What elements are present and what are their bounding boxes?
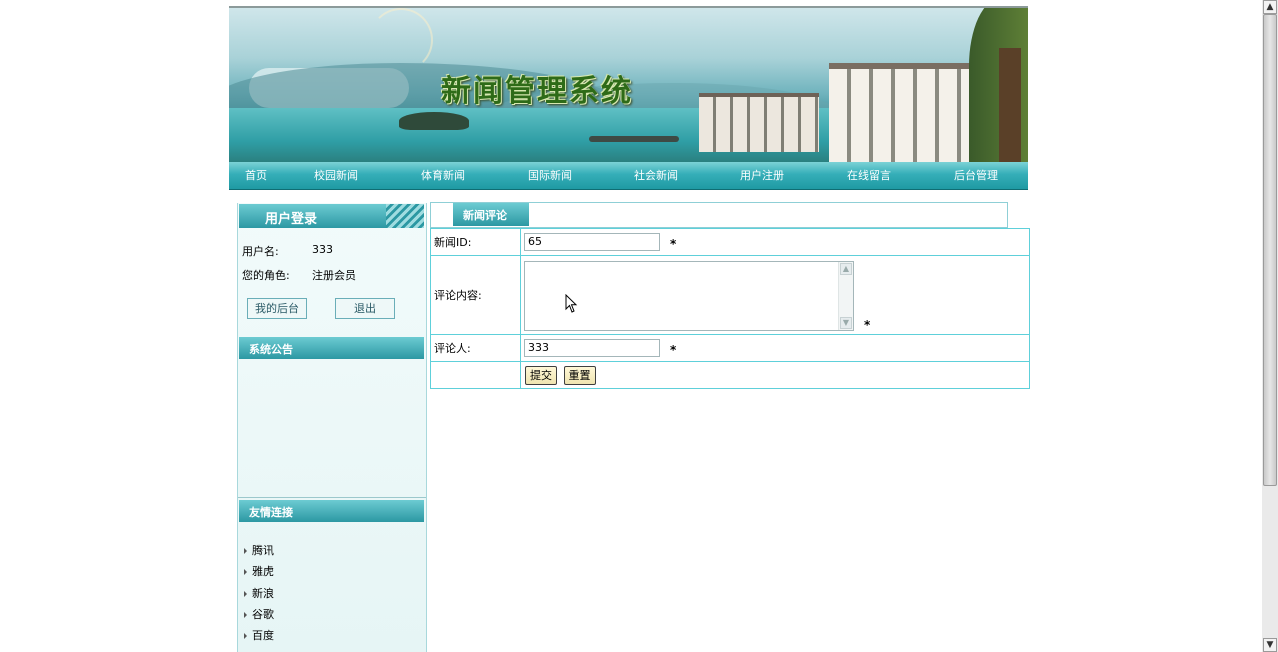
textarea-scrollbar[interactable]: ▲ ▼	[838, 262, 853, 330]
commenter-input[interactable]: 333	[524, 339, 660, 357]
reset-button[interactable]: 重置	[563, 365, 596, 385]
link-label: 百度	[252, 629, 274, 642]
link-item-tencent[interactable]: 腾讯	[244, 542, 274, 558]
main-nav: 首页 校园新闻 体育新闻 国际新闻 社会新闻 用户注册 在线留言 后台管理	[229, 162, 1028, 190]
news-id-input[interactable]: 65	[524, 233, 660, 251]
banner-boat	[589, 136, 679, 142]
news-id-cell: 65 *	[520, 228, 1030, 256]
nav-item-admin[interactable]: 后台管理	[954, 167, 998, 183]
banner-island	[399, 112, 469, 130]
scroll-up-arrow-icon[interactable]: ▲	[1263, 0, 1277, 14]
tab-label: 新闻评论	[463, 209, 507, 222]
nav-item-international-news[interactable]: 国际新闻	[528, 167, 572, 183]
notice-panel-title: 系统公告	[249, 343, 293, 356]
commenter-label: 评论人:	[430, 334, 521, 362]
mouse-cursor-icon	[565, 294, 578, 313]
banner-villa	[699, 93, 819, 152]
empty-label-cell	[430, 361, 521, 389]
scroll-up-arrow-icon[interactable]: ▲	[840, 263, 852, 275]
scrollbar-thumb[interactable]	[1263, 14, 1277, 486]
commenter-cell: 333 *	[520, 334, 1030, 362]
logout-button[interactable]: 退出	[335, 298, 395, 319]
header-banner: 新闻管理系统	[229, 6, 1028, 164]
notice-panel-body	[239, 360, 424, 495]
link-item-google[interactable]: 谷歌	[244, 606, 274, 622]
link-item-sina[interactable]: 新浪	[244, 585, 274, 601]
nav-item-social-news[interactable]: 社会新闻	[634, 167, 678, 183]
nav-item-campus-news[interactable]: 校园新闻	[314, 167, 358, 183]
bullet-arrow-icon	[244, 633, 247, 639]
link-item-yahoo[interactable]: 雅虎	[244, 563, 274, 579]
form-row-commenter: 评论人: 333 *	[430, 334, 1030, 362]
role-label: 您的角色:	[242, 269, 290, 282]
bullet-arrow-icon	[244, 591, 247, 597]
link-item-baidu[interactable]: 百度	[244, 627, 274, 643]
required-mark: *	[670, 343, 677, 357]
scroll-down-arrow-icon[interactable]: ▼	[840, 317, 852, 329]
nav-item-sports-news[interactable]: 体育新闻	[421, 167, 465, 183]
nav-item-guestbook[interactable]: 在线留言	[847, 167, 891, 183]
form-row-actions: 提交 重置	[430, 361, 1030, 389]
site-title: 新闻管理系统	[441, 74, 633, 109]
form-row-content: 评论内容: ▲ ▼ *	[430, 255, 1030, 335]
nav-item-home[interactable]: 首页	[245, 167, 267, 183]
content-cell: ▲ ▼ *	[520, 255, 1030, 335]
username-value: 333	[312, 243, 333, 256]
header-decoration	[386, 204, 424, 228]
links-panel-title: 友情连接	[249, 506, 293, 519]
comment-tab-bar: 新闻评论	[430, 202, 1008, 228]
bullet-arrow-icon	[244, 612, 247, 618]
link-label: 新浪	[252, 587, 274, 600]
bullet-arrow-icon	[244, 569, 247, 575]
form-row-news-id: 新闻ID: 65 *	[430, 228, 1030, 256]
submit-button[interactable]: 提交	[525, 365, 557, 385]
notice-panel-header: 系统公告	[239, 337, 424, 359]
nav-item-user-register[interactable]: 用户注册	[740, 167, 784, 183]
comment-form: 新闻ID: 65 * 评论内容: ▲ ▼ * 评论人: 333 * 提交 重置	[430, 228, 1030, 389]
links-panel-header: 友情连接	[239, 500, 424, 522]
link-label: 谷歌	[252, 608, 274, 621]
actions-cell: 提交 重置	[520, 361, 1030, 389]
username-label: 用户名:	[242, 245, 279, 258]
page-vertical-scrollbar[interactable]: ▲ ▼	[1262, 0, 1278, 652]
scroll-down-arrow-icon[interactable]: ▼	[1263, 638, 1277, 652]
news-id-label: 新闻ID:	[430, 228, 521, 256]
content-label: 评论内容:	[430, 255, 521, 335]
left-sidebar: 用户登录 用户名: 333 您的角色: 注册会员 我的后台 退出 系统公告 友情…	[237, 203, 427, 652]
tab-news-comment[interactable]: 新闻评论	[453, 203, 529, 226]
required-mark: *	[670, 237, 677, 251]
my-backend-button[interactable]: 我的后台	[247, 298, 307, 319]
username-row: 用户名: 333	[242, 243, 333, 259]
divider	[238, 497, 426, 498]
login-panel-title: 用户登录	[265, 212, 318, 227]
role-value: 注册会员	[312, 269, 356, 282]
link-label: 腾讯	[252, 544, 274, 557]
link-label: 雅虎	[252, 565, 274, 578]
login-panel-header: 用户登录	[239, 204, 424, 228]
bullet-arrow-icon	[244, 548, 247, 554]
role-row: 您的角色: 注册会员	[242, 267, 356, 283]
required-mark: *	[864, 318, 871, 332]
banner-tree-trunk	[999, 48, 1021, 164]
